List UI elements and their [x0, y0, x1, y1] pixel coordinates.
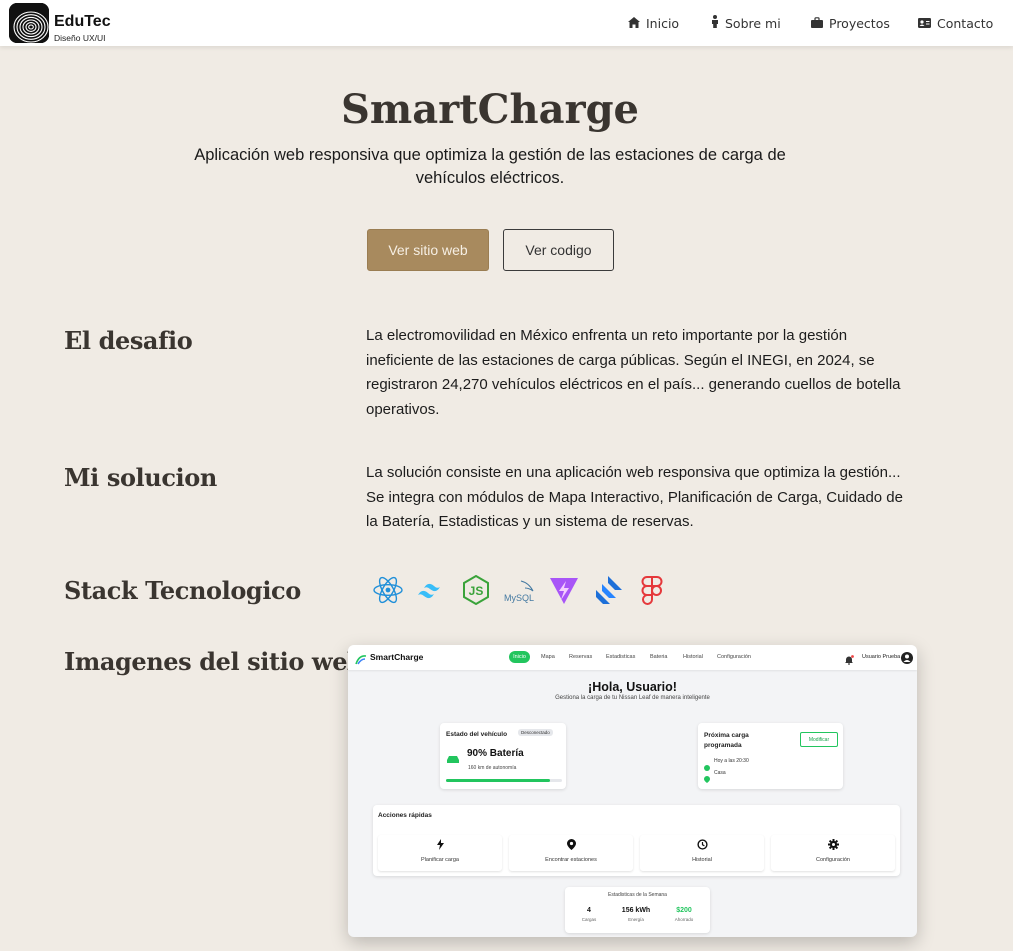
quick-action-plan-label: Planificar carga — [421, 857, 459, 863]
quick-action-settings-label: Configuración — [816, 857, 850, 863]
react-icon — [366, 573, 410, 607]
quick-actions-title: Acciones rápidas — [378, 812, 432, 819]
nav-contacto-label: Contacto — [937, 15, 994, 31]
app-nav-estadisticas: Estadisticas — [606, 654, 636, 660]
top-navigation-bar: EduTec Diseño UX/UI Inicio Sobre mi Proy… — [0, 0, 1013, 46]
view-website-button[interactable]: Ver sitio web — [367, 229, 489, 271]
next-charge-title: Próxima carga programada — [704, 732, 749, 749]
battery-range: 160 km de autonomía — [468, 765, 517, 771]
quick-action-history-label: Historial — [692, 857, 712, 863]
edutec-logo[interactable] — [9, 3, 49, 43]
nav-proyectos-label: Proyectos — [829, 15, 890, 31]
project-title: SmartCharge — [340, 86, 639, 133]
car-icon — [446, 750, 460, 768]
nav-proyectos[interactable]: Proyectos — [811, 0, 890, 46]
contact-card-icon — [918, 16, 931, 31]
nav-contacto[interactable]: Contacto — [918, 0, 993, 46]
app-nav-configuracion: Configuración — [717, 654, 751, 660]
quick-action-settings: Configuración — [771, 835, 895, 871]
battery-percentage: 90% Batería — [467, 748, 524, 759]
user-avatar-icon — [901, 651, 913, 669]
app-navbar: SmartCharge Inicio Mapa Reservas Estadis… — [348, 645, 917, 670]
weekly-stats-card: Estadisticas de la Semana 4 Cargas 156 k… — [565, 887, 710, 933]
quick-actions-card: Acciones rápidas Planificar carga Encont… — [373, 805, 900, 876]
app-nav-reservas: Reservas — [569, 654, 593, 660]
vehicle-status-title: Estado del vehículo — [446, 731, 508, 738]
mysql-label: MySQL — [504, 593, 534, 603]
quick-action-plan: Planificar carga — [378, 835, 502, 871]
nav-inicio-label: Inicio — [646, 15, 680, 31]
battery-progress-track — [446, 779, 562, 782]
next-charge-card: Próxima carga programada Modificar Hoy a… — [698, 723, 843, 789]
quick-action-find: Encontrar estaciones — [509, 835, 633, 871]
app-greeting-sub: Gestiona la carga de tu Nissan Leaf de m… — [555, 695, 710, 701]
app-nav-bateria: Bateria — [650, 654, 668, 660]
location-pin-icon — [704, 770, 710, 788]
notification-bell-icon — [844, 652, 854, 670]
next-charge-time: Hoy a las 20:30 — [714, 758, 749, 764]
stat-energy-value: 156 kWh — [621, 907, 651, 914]
app-nav-inicio: Inicio — [509, 651, 530, 663]
nodejs-icon: JS — [454, 573, 498, 607]
brand-tagline: Diseño UX/UI — [54, 33, 106, 43]
svg-text:JS: JS — [469, 584, 484, 598]
nav-inicio[interactable]: Inicio — [628, 0, 679, 46]
smartcharge-logo-icon — [355, 652, 367, 670]
stat-energy-label: Energía — [628, 917, 644, 922]
app-user-name: Usuario Prueba — [862, 654, 901, 660]
view-code-button[interactable]: Ver codigo — [503, 229, 614, 271]
stat-saved-label: Ahorrado — [674, 917, 694, 922]
brand-name[interactable]: EduTec — [54, 13, 111, 31]
briefcase-icon — [811, 16, 823, 31]
nav-sobre-mi[interactable]: Sobre mi — [711, 0, 781, 46]
tailwind-icon — [410, 573, 454, 607]
history-icon — [640, 839, 764, 850]
quick-action-find-label: Encontrar estaciones — [545, 857, 597, 863]
solution-text: La solución consiste en una aplicación w… — [366, 464, 903, 530]
vehicle-status-card: Estado del vehículo Desconectado 90% Bat… — [440, 723, 566, 789]
figma-icon — [630, 573, 674, 607]
map-pin-icon — [509, 839, 633, 850]
app-nav-historial: Historial — [683, 654, 703, 660]
lightning-icon — [378, 839, 502, 850]
solution-heading: Mi solucion — [64, 463, 217, 492]
vite-icon — [542, 573, 586, 607]
app-nav-mapa: Mapa — [541, 654, 555, 660]
home-icon — [628, 16, 640, 31]
person-icon — [711, 15, 719, 31]
weekly-stats-title: Estadisticas de la Semana — [608, 892, 667, 898]
stat-saved-value: $200 — [676, 907, 692, 914]
website-images-heading: Imagenes del sitio web — [64, 647, 364, 676]
project-subtitle: Aplicación web responsiva que optimiza l… — [194, 146, 786, 187]
gear-icon — [771, 839, 895, 850]
challenge-text: La electromovilidad en México enfrenta u… — [366, 327, 901, 418]
next-charge-place: Casa — [714, 770, 726, 776]
modify-button: Modificar — [800, 732, 838, 747]
stat-charges-value: 4 — [587, 907, 591, 914]
challenge-heading: El desafio — [64, 326, 193, 355]
website-screenshot: SmartCharge Inicio Mapa Reservas Estadis… — [348, 645, 917, 937]
battery-progress-fill — [446, 779, 551, 782]
jira-icon — [586, 573, 630, 607]
tech-stack-icons: JS MySQL — [366, 573, 674, 607]
tech-stack-heading: Stack Tecnologico — [64, 576, 301, 605]
app-greeting: ¡Hola, Usuario! — [588, 680, 677, 694]
nav-sobre-mi-label: Sobre mi — [725, 15, 781, 31]
app-brand: SmartCharge — [370, 652, 424, 662]
quick-action-history: Historial — [640, 835, 764, 871]
connection-badge: Desconectado — [518, 729, 553, 736]
mysql-icon: MySQL — [498, 573, 542, 607]
stat-charges-label: Cargas — [581, 917, 597, 922]
